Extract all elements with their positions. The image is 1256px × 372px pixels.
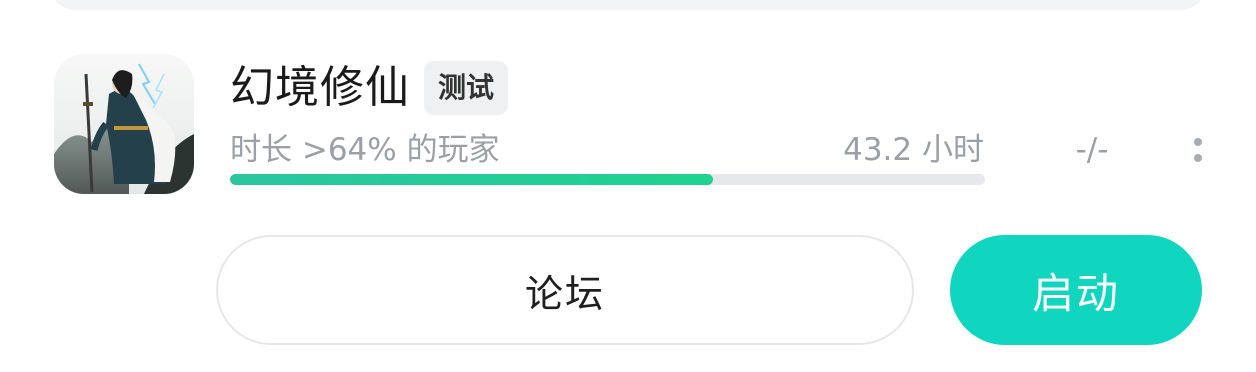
achievement-count: -/- [1075, 132, 1109, 168]
playtime-progress-fill [230, 174, 714, 185]
game-card: 幻境修仙 测试 时长 >64% 的玩家 43.2 小时 -/- 论坛 启动 [0, 0, 1256, 372]
playtime-hours: 43.2 小时 [843, 132, 984, 168]
more-dot [1194, 154, 1202, 162]
test-badge: 测试 [424, 61, 509, 115]
game-cover-icon[interactable] [54, 54, 194, 194]
launch-button[interactable]: 启动 [950, 235, 1202, 345]
playtime-progress-bar [230, 174, 985, 185]
game-title[interactable]: 幻境修仙 [230, 58, 410, 118]
more-options-icon[interactable] [1186, 128, 1210, 172]
previous-card-edge [48, 0, 1208, 10]
forum-button[interactable]: 论坛 [216, 235, 914, 345]
playtime-rank-label: 时长 >64% 的玩家 [230, 132, 500, 168]
more-dot [1194, 138, 1202, 146]
title-row: 幻境修仙 测试 [230, 58, 509, 118]
